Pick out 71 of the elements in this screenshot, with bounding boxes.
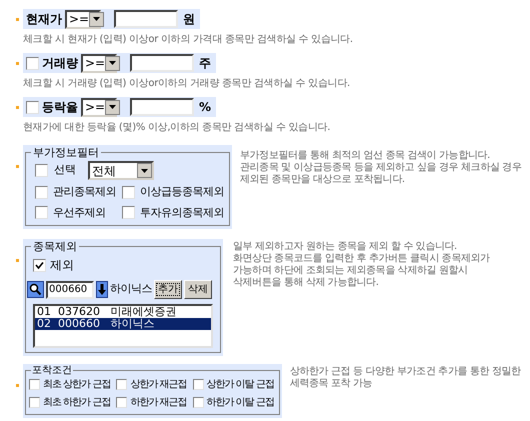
list-item[interactable]: 01 037620 미래에셋증권 bbox=[35, 306, 211, 318]
panel-legend: 종목제외 bbox=[31, 240, 79, 253]
checkbox[interactable] bbox=[35, 206, 48, 220]
stock-name: 하이닉스 bbox=[110, 281, 152, 298]
bullet-icon bbox=[16, 106, 19, 108]
bullet-icon bbox=[16, 259, 19, 262]
operator-dropdown[interactable]: 전체 bbox=[88, 161, 154, 180]
input-field[interactable] bbox=[130, 98, 194, 116]
description-text: 가능하며 하단에 조회되는 제외종목을 삭제하길 원할시 bbox=[233, 265, 469, 277]
stock-list[interactable]: 01 037620 미래에셋증권 02 000660 하이닉스 bbox=[33, 304, 213, 348]
operator-dropdown[interactable]: >= bbox=[65, 10, 101, 28]
label: 하한가 재근접 bbox=[130, 396, 187, 410]
down-arrow-icon bbox=[98, 284, 106, 295]
label: 제외 bbox=[50, 257, 74, 274]
checkbox[interactable] bbox=[192, 397, 204, 408]
label: 관리종목제외 bbox=[53, 184, 116, 200]
filter-label: 등락율 bbox=[42, 99, 78, 116]
description-text: 관리종목 및 이상급등종목 등을 제외하고 싶을 경우 체크하실 경우 bbox=[240, 162, 522, 174]
checkbox[interactable] bbox=[29, 397, 40, 408]
list-item[interactable]: 02 000660 하이닉스 bbox=[35, 318, 211, 330]
checkbox[interactable] bbox=[192, 379, 204, 390]
input-field[interactable] bbox=[114, 10, 178, 28]
label: 최초 하한가 근접 bbox=[43, 396, 110, 410]
description-text: 상하한가 근접 등 다양한 부가조건 추가를 통한 정밀한 bbox=[290, 366, 522, 378]
description-text: 세력종목 포착 가능 bbox=[290, 378, 374, 390]
bullet-icon bbox=[16, 18, 19, 20]
checkbox[interactable] bbox=[26, 100, 39, 114]
checkbox[interactable] bbox=[35, 164, 48, 177]
label: 우선주제외 bbox=[53, 204, 106, 220]
search-button[interactable] bbox=[27, 281, 44, 298]
description-text: 부가정보필터를 통해 최적의 엄선 종목 검색이 가능합니다. bbox=[240, 150, 491, 162]
label: 상한가 이탈 근접 bbox=[206, 378, 274, 392]
checkbox[interactable] bbox=[29, 379, 40, 390]
checkbox[interactable] bbox=[122, 206, 135, 220]
label: 최초 상한가 근접 bbox=[43, 378, 110, 392]
filter-label: 거래량 bbox=[42, 55, 78, 72]
action-button[interactable]: 삭제 bbox=[184, 280, 212, 299]
action-button[interactable]: 추가 bbox=[154, 280, 182, 299]
unit-label: 주 bbox=[198, 55, 212, 72]
description-text: 일부 제외하고자 원하는 종목을 제외 할 수 있습니다. bbox=[233, 241, 458, 253]
checkbox[interactable] bbox=[35, 186, 48, 199]
label: 선택 bbox=[54, 162, 76, 178]
operator-dropdown[interactable]: >= bbox=[81, 54, 117, 72]
description-text: 체크할 시 거래량 (입력) 이상or이하의 거래량 종목만 검색하실 수 있습니다. bbox=[23, 77, 351, 90]
checkbox[interactable] bbox=[33, 258, 46, 272]
panel-legend: 부가정보필터 bbox=[31, 146, 101, 159]
checkbox[interactable] bbox=[26, 56, 39, 70]
filter-label: 현재가 bbox=[26, 11, 62, 28]
operator-dropdown[interactable]: >= bbox=[81, 98, 117, 116]
description-text: 현재가에 대한 등락율 (몇)% 이상,이하의 종목만 검색하실 수 있습니다. bbox=[23, 121, 332, 134]
checkbox[interactable] bbox=[116, 397, 128, 408]
bullet-icon bbox=[16, 384, 19, 387]
down-arrow-button[interactable] bbox=[96, 281, 108, 298]
input-field[interactable] bbox=[130, 54, 194, 72]
description-text: 화면상단 종목코드를 입력한 후 추가버튼 클릭시 종목제외가 bbox=[233, 253, 490, 265]
label: 이상급등종목제외 bbox=[140, 184, 224, 200]
search-icon bbox=[29, 283, 42, 296]
bullet-icon bbox=[16, 62, 19, 64]
unit-label: % bbox=[198, 99, 212, 116]
label: 상한가 재근접 bbox=[130, 378, 187, 392]
label: 투자유의종목제외 bbox=[140, 204, 224, 220]
checkbox[interactable] bbox=[122, 186, 135, 199]
bullet-icon bbox=[16, 165, 19, 168]
checkbox[interactable] bbox=[116, 379, 128, 390]
unit-label: 원 bbox=[182, 11, 196, 28]
description-text: 체크할 시 현재가 (입력) 이상or 이하의 가격대 종목만 검색하실 수 있습니다. bbox=[23, 33, 354, 46]
description-text: 제외된 종목만을 대상으로 포착됩니다. bbox=[240, 174, 406, 186]
description-text: 삭제버튼을 통해 삭제 가능합니다. bbox=[233, 277, 380, 289]
panel-legend: 포착조건 bbox=[31, 365, 73, 376]
input-field[interactable]: 000660 bbox=[46, 280, 94, 298]
label: 하한가 이탈 근접 bbox=[206, 396, 274, 410]
